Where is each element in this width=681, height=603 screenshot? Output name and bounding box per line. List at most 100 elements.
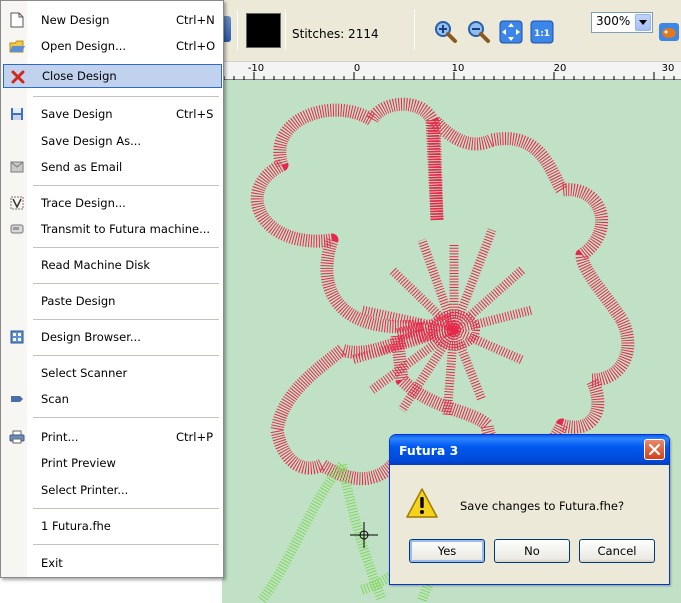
menu-item-select-scanner[interactable]: Select Scanner — [3, 361, 222, 385]
menu-item-trace-design[interactable]: Trace Design... — [3, 191, 222, 215]
menu-separator — [33, 417, 219, 418]
menu-separator — [33, 508, 219, 509]
menu-item-scan[interactable]: Scan — [3, 387, 222, 411]
menu-separator — [33, 185, 219, 186]
menu-item-select-printer[interactable]: Select Printer... — [3, 478, 222, 502]
zoom-level-value: 300% — [596, 14, 631, 28]
warning-icon — [405, 487, 439, 522]
yes-button[interactable]: Yes — [409, 539, 485, 563]
menu-separator — [33, 319, 219, 320]
machine-icon — [9, 221, 25, 237]
menu-item-transmit-to-machine[interactable]: Transmit to Futura machine... — [3, 217, 222, 241]
menu-item-label: Transmit to Futura machine... — [41, 222, 211, 236]
menu-item-label: Send as Email — [41, 160, 123, 174]
menu-item-close-design[interactable]: Close Design — [3, 64, 222, 88]
open-folder-icon — [9, 38, 25, 54]
zoom-fit-icon — [499, 20, 523, 44]
menu-item-label: Print... — [41, 430, 79, 444]
ruler-label: -10 — [248, 63, 264, 74]
menu-item-shortcut: Ctrl+N — [176, 13, 215, 27]
email-icon — [9, 159, 25, 175]
menu-item-label: Close Design — [42, 69, 117, 83]
menu-item-read-machine-disk[interactable]: Read Machine Disk — [3, 253, 222, 277]
menu-item-label: 1 Futura.fhe — [41, 519, 111, 533]
scanner-icon — [9, 391, 25, 407]
zoom-in-button[interactable] — [430, 17, 460, 47]
menu-item-new-design[interactable]: New Design Ctrl+N — [3, 8, 222, 32]
menu-separator — [33, 96, 219, 97]
toolbar-separator — [237, 10, 238, 50]
menu-item-print-preview[interactable]: Print Preview — [3, 451, 222, 475]
dialog-close-button[interactable] — [644, 439, 665, 460]
dialog-titlebar[interactable]: Futura 3 — [390, 435, 669, 465]
stitch-count: Stitches: 2114 — [292, 27, 379, 41]
one-to-one-label: 1:1 — [534, 29, 550, 39]
menu-item-label: Print Preview — [41, 456, 116, 470]
zoom-actual-size-button[interactable]: 1:1 — [527, 17, 557, 47]
menu-item-label: New Design — [41, 13, 110, 27]
floppy-disk-icon — [9, 106, 25, 122]
menu-item-label: Paste Design — [41, 294, 116, 308]
menu-item-label: Save Design As... — [41, 134, 142, 148]
zoom-fit-button[interactable] — [496, 17, 526, 47]
ruler-ticks: -10 0 10 20 30 — [223, 63, 675, 80]
menu-item-shortcut: Ctrl+S — [176, 107, 214, 121]
dialog-message: Save changes to Futura.fhe? — [460, 499, 625, 513]
menu-item-recent-file[interactable]: 1 Futura.fhe — [3, 514, 222, 538]
menu-item-label: Trace Design... — [41, 196, 126, 210]
flower-center-rays — [350, 228, 534, 416]
zoom-in-icon — [435, 21, 457, 43]
sewing-machine-button[interactable] — [654, 17, 681, 47]
menu-separator — [33, 355, 219, 356]
menu-separator — [33, 247, 219, 248]
one-to-one-icon: 1:1 — [530, 20, 554, 44]
zoom-out-button[interactable] — [463, 17, 493, 47]
new-document-icon — [9, 12, 25, 28]
dialog-title: Futura 3 — [399, 443, 459, 458]
menu-item-label: Open Design... — [41, 39, 127, 53]
zoom-out-icon — [468, 21, 490, 43]
menu-item-shortcut: Ctrl+O — [176, 39, 216, 53]
close-icon — [649, 444, 660, 455]
menu-separator — [33, 544, 219, 545]
save-changes-dialog: Futura 3 Save changes to Futura.fhe? Yes… — [389, 434, 670, 585]
sewing-machine-icon — [659, 23, 679, 41]
toolbar-separator — [414, 10, 415, 50]
menu-item-exit[interactable]: Exit — [3, 551, 222, 575]
dialog-body: Save changes to Futura.fhe? Yes No Cance… — [393, 465, 666, 581]
menu-item-design-browser[interactable]: Design Browser... — [3, 325, 222, 349]
menu-item-label: Save Design — [41, 107, 113, 121]
trace-icon — [9, 195, 25, 211]
file-menu: New Design Ctrl+N Open Design... Ctrl+O … — [0, 0, 224, 578]
ruler-label: 20 — [554, 63, 567, 74]
dropdown-arrow-icon[interactable] — [635, 14, 651, 31]
current-color-swatch[interactable] — [246, 13, 281, 48]
no-button[interactable]: No — [494, 539, 570, 563]
close-x-icon — [10, 69, 26, 85]
menu-item-save-design[interactable]: Save Design Ctrl+S — [3, 102, 222, 126]
menu-item-label: Design Browser... — [41, 330, 141, 344]
horizontal-ruler: -10 0 10 20 30 — [222, 62, 681, 80]
menu-item-shortcut: Ctrl+P — [176, 430, 214, 444]
menu-item-open-design[interactable]: Open Design... Ctrl+O — [3, 34, 222, 58]
zoom-level-select[interactable]: 300% — [591, 12, 653, 33]
ruler-label: 30 — [662, 63, 675, 74]
menu-separator — [33, 283, 219, 284]
printer-icon — [9, 429, 25, 445]
menu-item-label: Exit — [41, 556, 63, 570]
menu-item-send-as-email[interactable]: Send as Email — [3, 155, 222, 179]
menu-item-paste-design[interactable]: Paste Design — [3, 289, 222, 313]
menu-item-print[interactable]: Print... Ctrl+P — [3, 425, 222, 449]
menu-item-label: Scan — [41, 392, 69, 406]
menu-item-label: Select Printer... — [41, 483, 129, 497]
menu-item-save-design-as[interactable]: Save Design As... — [3, 129, 222, 153]
toolbar-separator — [285, 10, 286, 50]
main-toolbar: Stitches: 2114 1:1 300% — [222, 0, 681, 62]
ruler-label: 10 — [452, 63, 465, 74]
menu-item-label: Read Machine Disk — [41, 258, 151, 272]
crosshair-cursor-icon — [350, 522, 378, 548]
menu-item-label: Select Scanner — [41, 366, 128, 380]
ruler-label: 0 — [354, 63, 360, 74]
browser-icon — [9, 329, 25, 345]
cancel-button[interactable]: Cancel — [579, 539, 655, 563]
